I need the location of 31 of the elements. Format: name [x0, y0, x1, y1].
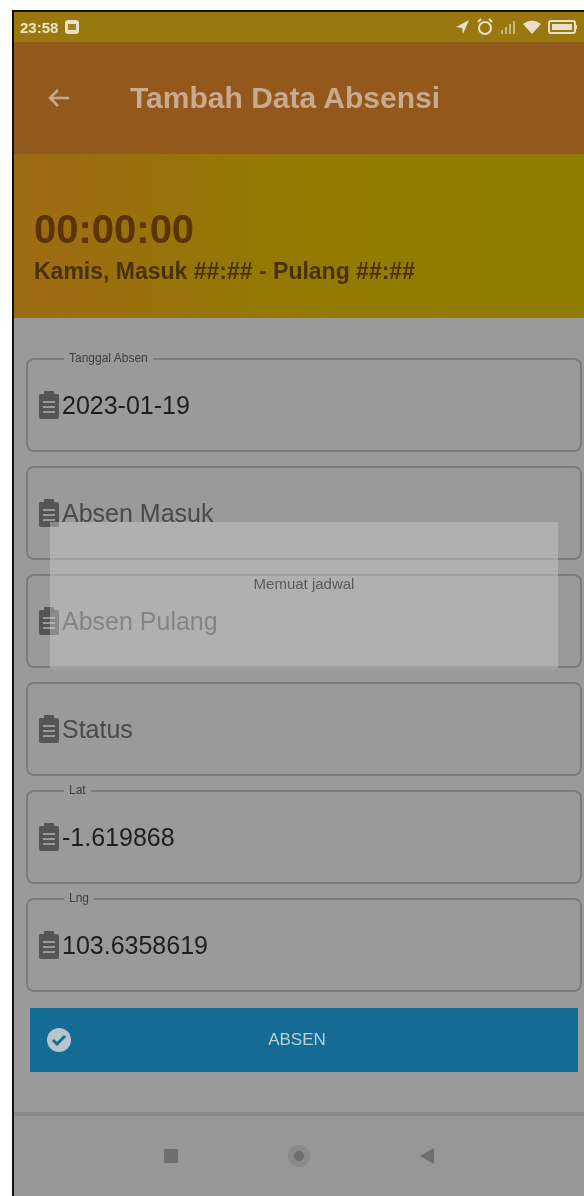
circle-icon [287, 1144, 311, 1168]
loading-message: Memuat jadwal [253, 574, 355, 592]
battery-icon [548, 19, 578, 35]
input-field[interactable]: 2023-01-19 [62, 390, 462, 420]
signal-icon [500, 19, 516, 35]
clipboard-icon [38, 822, 60, 852]
triangle-icon [419, 1147, 435, 1165]
clipboard-icon [38, 930, 60, 960]
clipboard-icon [38, 498, 60, 528]
screen-title: Tambah Data Absensi [130, 81, 441, 115]
field-label: Tanggal Absen [64, 351, 153, 365]
field-label: Lng [64, 891, 95, 905]
field-label: Lat [64, 783, 91, 797]
input-field[interactable]: Absen Masuk [62, 498, 462, 528]
back-arrow-icon [48, 88, 70, 108]
check-circle-icon [46, 1027, 72, 1053]
clock-text: 00:00:00 [34, 207, 196, 252]
square-icon [163, 1148, 179, 1164]
notification-icon [64, 19, 81, 35]
input-field[interactable]: -1.619868 [62, 822, 462, 852]
alarm-icon [476, 18, 494, 36]
input-field[interactable]: 103.6358619 [62, 930, 462, 960]
input-field[interactable]: Status [62, 714, 462, 744]
status-time: 23:58 [20, 18, 59, 36]
clipboard-icon [38, 714, 60, 744]
clipboard-icon [38, 606, 60, 636]
absen-button[interactable]: ABSEN [30, 1008, 578, 1072]
location-arrow-icon [454, 19, 470, 35]
wifi-icon [522, 19, 542, 35]
schedule-text: Kamis, Masuk ##:## - Pulang ##:## [34, 258, 416, 285]
clipboard-icon [38, 390, 60, 420]
